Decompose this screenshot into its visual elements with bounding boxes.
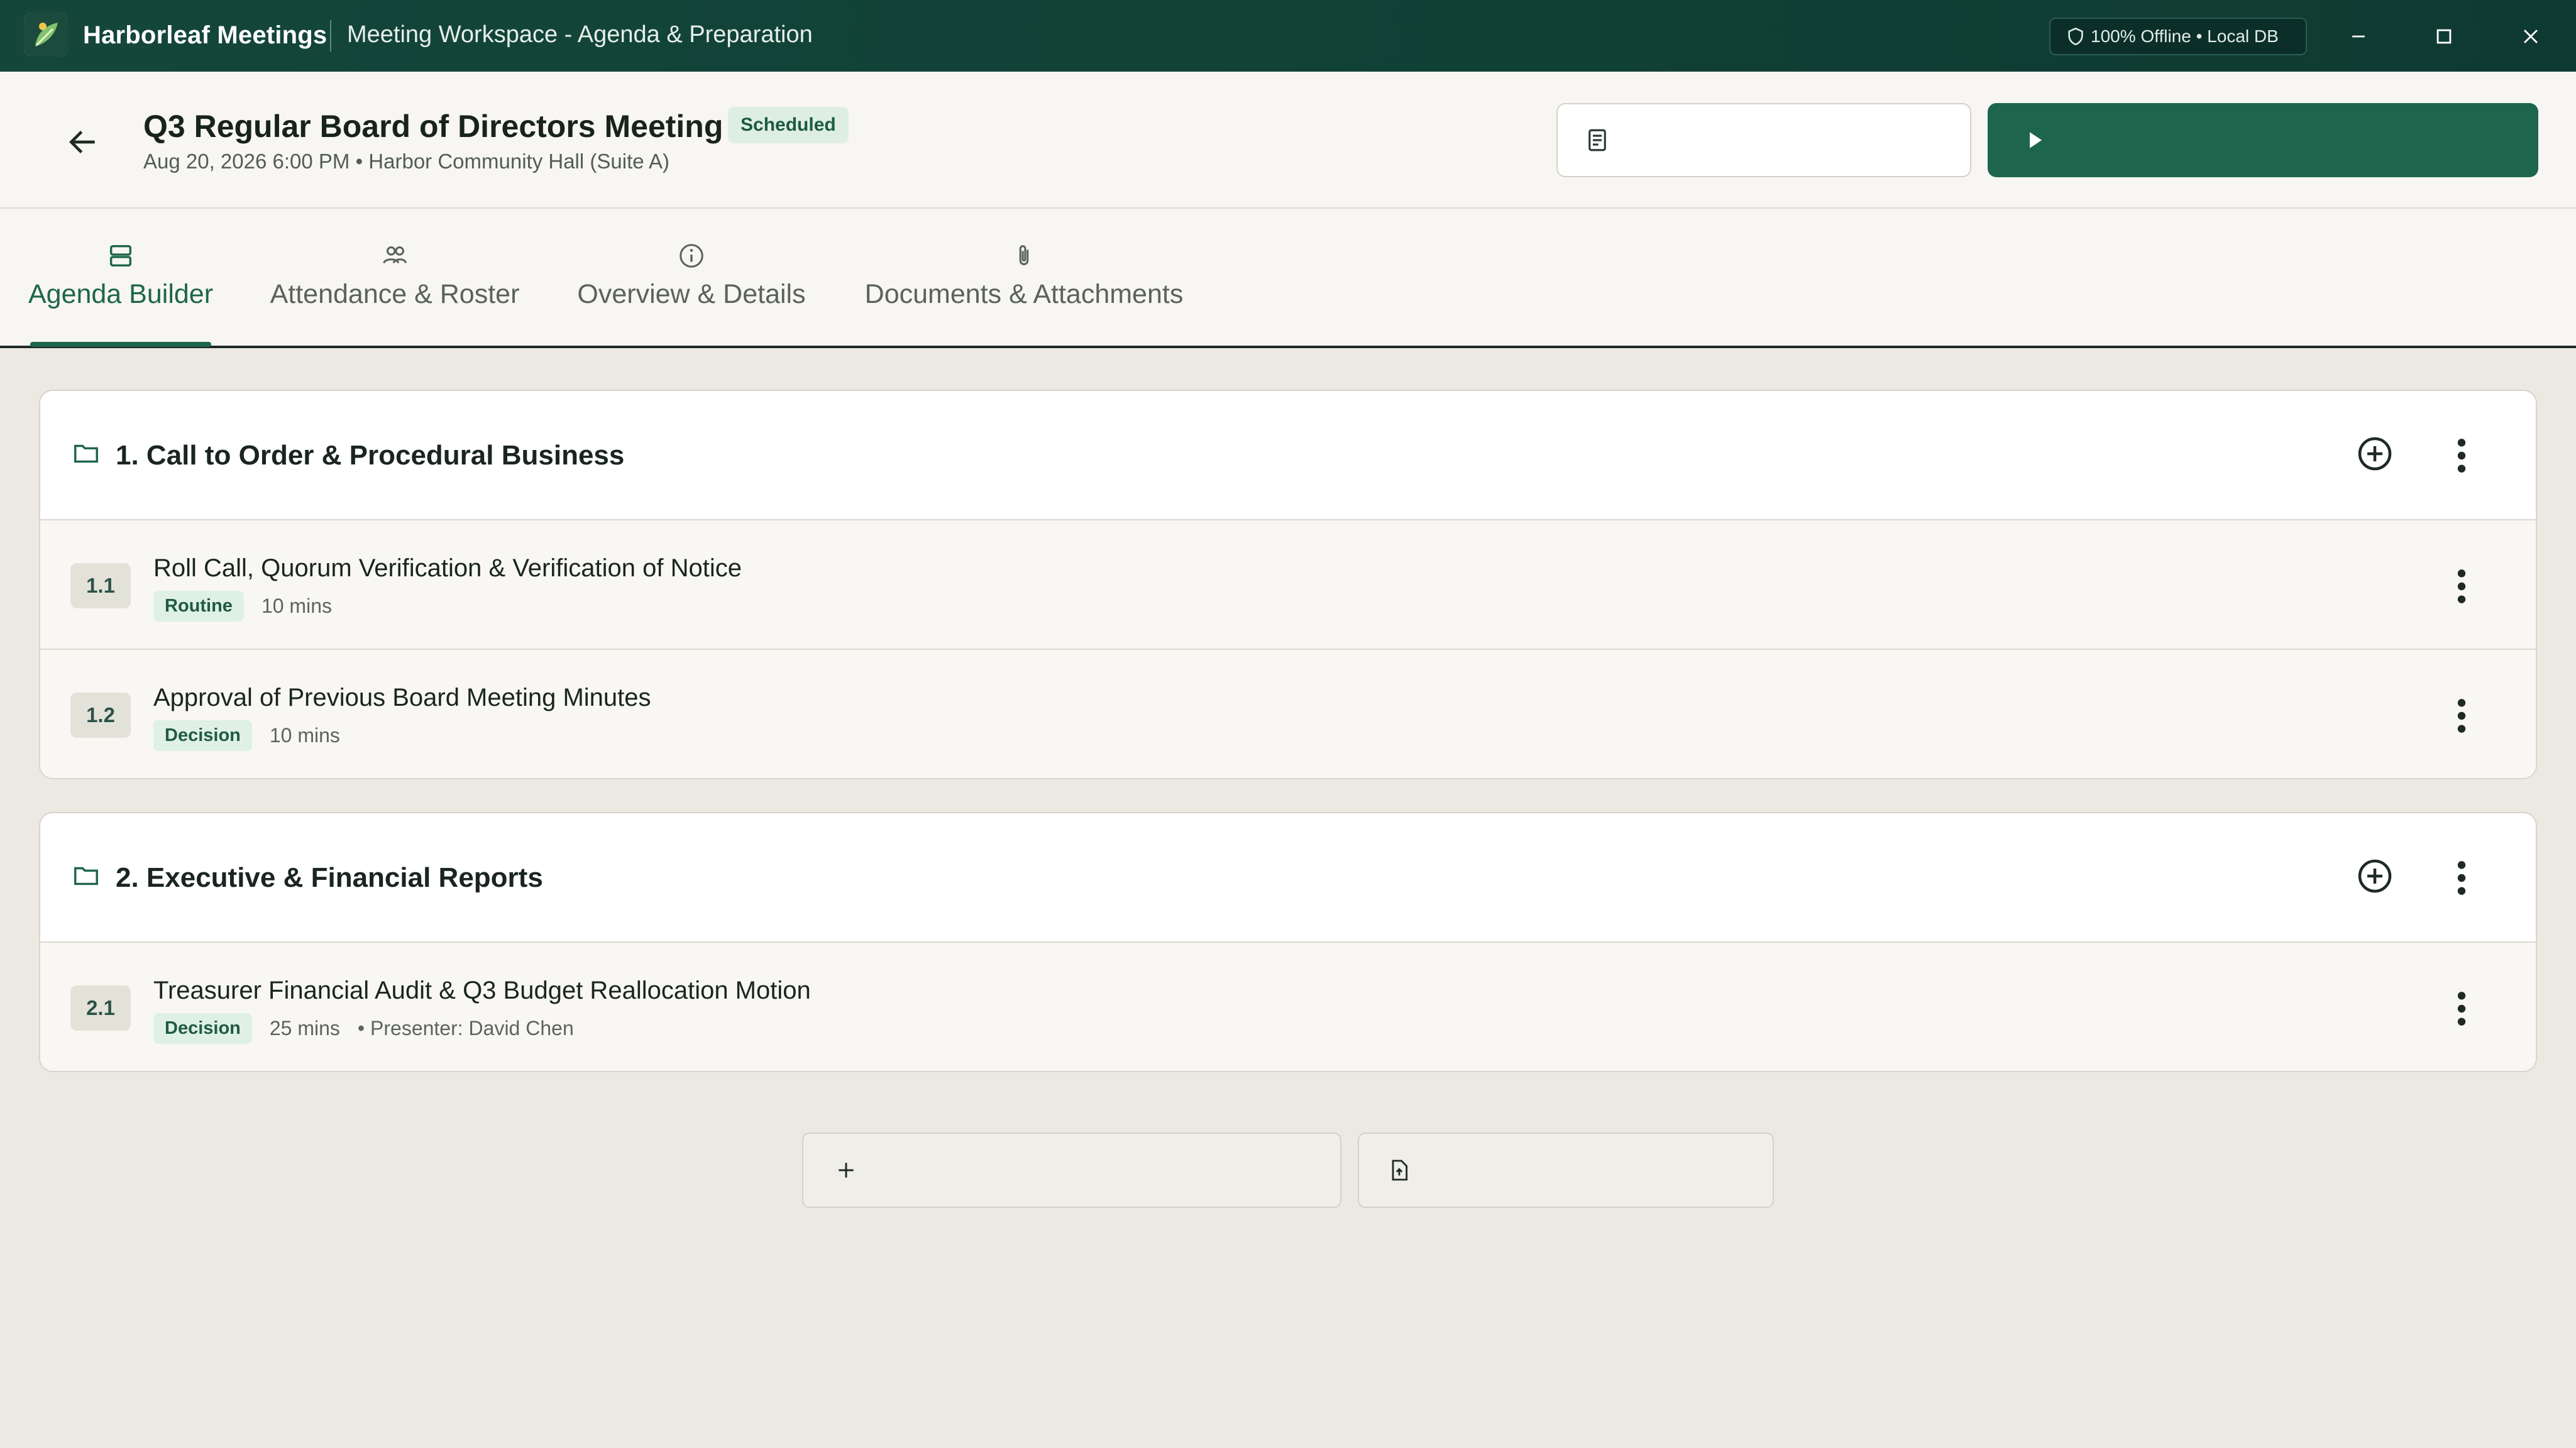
back-button[interactable]: [58, 117, 108, 167]
app-window: Harborleaf Meetings Meeting Workspace - …: [0, 0, 2576, 1448]
status-badge: Scheduled: [728, 107, 849, 143]
close-button[interactable]: [2512, 18, 2550, 55]
add-section-button[interactable]: [802, 1133, 1341, 1208]
section-menu-button[interactable]: [2449, 856, 2474, 900]
item-type-tag: Routine: [153, 591, 244, 622]
arrow-left-icon: [69, 131, 95, 153]
close-icon: [2524, 30, 2538, 43]
tab-label: Agenda Builder: [28, 279, 214, 309]
agenda-item[interactable]: 1.1 Roll Call, Quorum Verification & Ver…: [40, 520, 2536, 650]
tab-bar: Agenda Builder Attendance & Roster Overv…: [0, 209, 2576, 348]
more-vertical-icon: [2457, 699, 2466, 733]
item-duration: 25 mins: [269, 1017, 340, 1039]
maximize-icon: [2436, 29, 2452, 44]
tab-agenda-builder[interactable]: Agenda Builder: [28, 209, 214, 346]
folder-icon: [74, 444, 98, 463]
shield-icon: [2068, 27, 2083, 46]
paperclip-icon: [1019, 245, 1029, 265]
agenda-document-button[interactable]: [1556, 103, 1971, 177]
item-duration: 10 mins: [269, 724, 340, 747]
agenda-item[interactable]: 2.1 Treasurer Financial Audit & Q3 Budge…: [40, 943, 2536, 1071]
app-logo-icon: [24, 13, 68, 57]
minimize-button[interactable]: [2340, 18, 2377, 55]
people-icon: [383, 246, 407, 264]
item-number: 1.2: [70, 693, 131, 738]
add-item-icon[interactable]: [2355, 856, 2395, 896]
item-number: 1.1: [70, 563, 131, 608]
section-title: 1. Call to Order & Procedural Business: [116, 440, 625, 471]
info-icon: [680, 244, 703, 268]
tab-overview-details[interactable]: Overview & Details: [577, 209, 806, 346]
file-upload-icon: [1392, 1160, 1408, 1181]
section-header[interactable]: 2. Executive & Financial Reports: [40, 813, 2536, 943]
meeting-subtitle: Aug 20, 2026 6:00 PM • Harbor Community …: [143, 150, 669, 173]
tab-label: Documents & Attachments: [864, 279, 1184, 309]
item-meta: Decision 10 mins: [153, 720, 340, 751]
item-menu-button[interactable]: [2449, 694, 2474, 738]
agenda-item[interactable]: 1.2 Approval of Previous Board Meeting M…: [40, 650, 2536, 778]
section-menu-button[interactable]: [2449, 434, 2474, 478]
more-vertical-icon: [2457, 569, 2466, 603]
item-menu-button[interactable]: [2449, 564, 2474, 608]
section-title: 2. Executive & Financial Reports: [116, 862, 543, 893]
plus-icon: [839, 1163, 854, 1178]
offline-status-badge: 100% Offline • Local DB: [2049, 18, 2307, 55]
title-divider: [330, 20, 331, 52]
item-meta: Decision 25 mins • Presenter: David Chen: [153, 1013, 574, 1044]
item-title: Treasurer Financial Audit & Q3 Budget Re…: [153, 977, 811, 1004]
more-vertical-icon: [2457, 992, 2466, 1026]
meeting-header: Q3 Regular Board of Directors Meeting Sc…: [0, 72, 2576, 209]
tab-label: Attendance & Roster: [270, 279, 520, 309]
item-number: 2.1: [70, 985, 131, 1031]
agenda-icon: [109, 244, 132, 267]
title-bar: Harborleaf Meetings Meeting Workspace - …: [0, 0, 2576, 72]
item-menu-button[interactable]: [2449, 987, 2474, 1031]
tab-attendance-roster[interactable]: Attendance & Roster: [270, 209, 520, 346]
folder-icon: [74, 867, 98, 886]
maximize-button[interactable]: [2425, 18, 2463, 55]
page-title: Q3 Regular Board of Directors Meeting: [143, 109, 724, 144]
item-presenter: • Presenter: David Chen: [357, 1017, 574, 1039]
minimize-icon: [2352, 35, 2365, 38]
more-vertical-icon: [2457, 861, 2466, 895]
section-header[interactable]: 1. Call to Order & Procedural Business: [40, 391, 2536, 520]
more-vertical-icon: [2457, 439, 2466, 473]
tab-documents-attachments[interactable]: Documents & Attachments: [864, 209, 1184, 346]
offline-status-text: 100% Offline • Local DB: [2091, 26, 2279, 46]
item-title: Approval of Previous Board Meeting Minut…: [153, 684, 651, 711]
start-meeting-button[interactable]: [1988, 103, 2538, 177]
agenda-section: 1. Call to Order & Procedural Business 1…: [39, 390, 2537, 779]
item-meta: Routine 10 mins: [153, 591, 332, 622]
item-title: Roll Call, Quorum Verification & Verific…: [153, 554, 742, 582]
app-name: Harborleaf Meetings: [83, 21, 328, 49]
document-icon: [1588, 129, 1606, 151]
tab-label: Overview & Details: [577, 279, 806, 309]
item-duration: 10 mins: [261, 595, 332, 617]
window-title: Meeting Workspace - Agenda & Preparation: [347, 21, 813, 48]
active-tab-indicator: [30, 342, 211, 347]
play-icon: [2030, 132, 2042, 148]
import-button[interactable]: [1358, 1133, 1774, 1208]
add-item-icon[interactable]: [2355, 434, 2395, 474]
agenda-section: 2. Executive & Financial Reports 2.1 Tre…: [39, 812, 2537, 1072]
item-type-tag: Decision: [153, 1013, 252, 1044]
item-type-tag: Decision: [153, 720, 252, 751]
